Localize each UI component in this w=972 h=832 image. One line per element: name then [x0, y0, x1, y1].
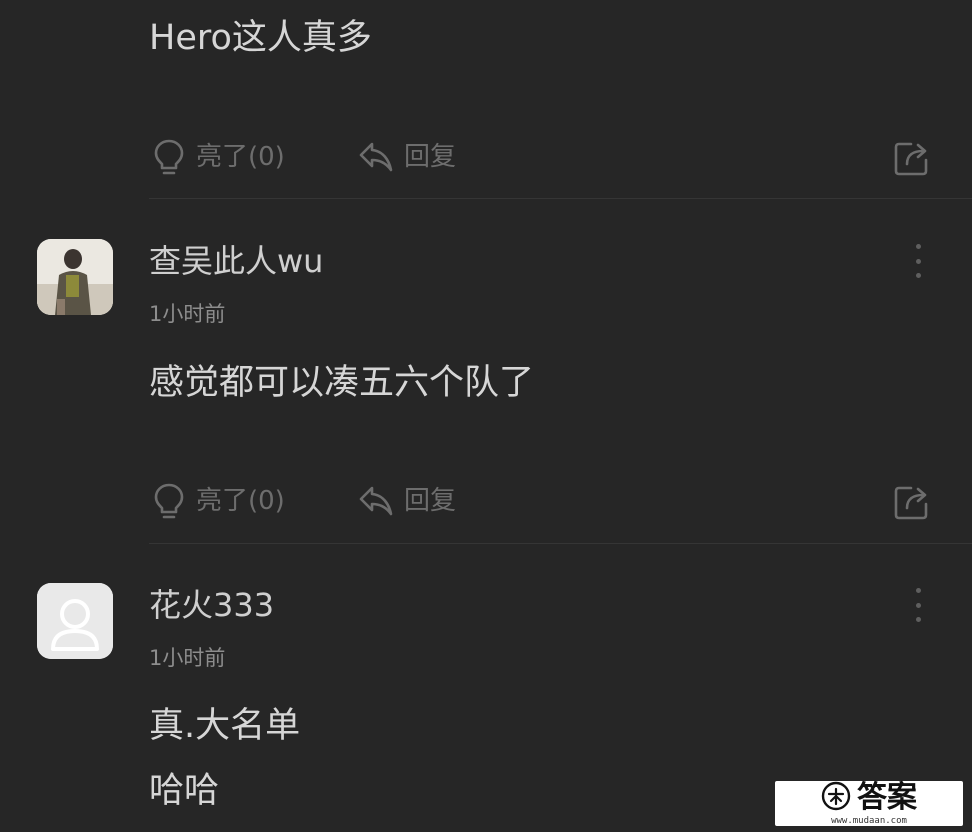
watermark-logo-icon	[821, 781, 851, 815]
like-label: 亮了(0)	[196, 486, 285, 516]
like-button[interactable]: 亮了(0)	[152, 482, 285, 520]
watermark-brand: 答案	[857, 780, 917, 815]
share-icon	[893, 142, 931, 180]
default-user-icon	[37, 583, 113, 659]
more-vertical-icon[interactable]	[908, 244, 928, 278]
like-button[interactable]: 亮了(0)	[152, 138, 285, 176]
like-label: 亮了(0)	[196, 142, 285, 172]
share-icon	[893, 486, 931, 524]
lightbulb-icon	[152, 482, 186, 520]
reply-button[interactable]: 回复	[358, 484, 456, 518]
comment-text-line: 哈哈	[149, 771, 220, 811]
watermark-url: www.mudaan.com	[831, 816, 907, 826]
avatar[interactable]	[37, 239, 113, 315]
timestamp: 1小时前	[149, 302, 226, 326]
reply-label: 回复	[404, 142, 457, 172]
username[interactable]: 花火333	[149, 589, 274, 621]
comment-text: 感觉都可以凑五六个队了	[149, 363, 535, 403]
reply-arrow-icon	[358, 140, 394, 174]
username[interactable]: 查吴此人wu	[149, 245, 323, 277]
more-vertical-icon[interactable]	[908, 588, 928, 622]
avatar[interactable]	[37, 583, 113, 659]
comment-text: Hero这人真多	[149, 18, 372, 58]
watermark: 答案 www.mudaan.com	[775, 781, 963, 826]
timestamp: 1小时前	[149, 646, 226, 670]
reply-label: 回复	[404, 486, 457, 516]
reply-button[interactable]: 回复	[358, 140, 456, 174]
share-button[interactable]	[893, 138, 931, 180]
comment-text-line: 真.大名单	[149, 706, 301, 746]
divider	[149, 543, 972, 544]
avatar-photo-image	[37, 239, 113, 315]
share-button[interactable]	[893, 482, 931, 524]
divider	[149, 198, 972, 199]
reply-arrow-icon	[358, 484, 394, 518]
lightbulb-icon	[152, 138, 186, 176]
